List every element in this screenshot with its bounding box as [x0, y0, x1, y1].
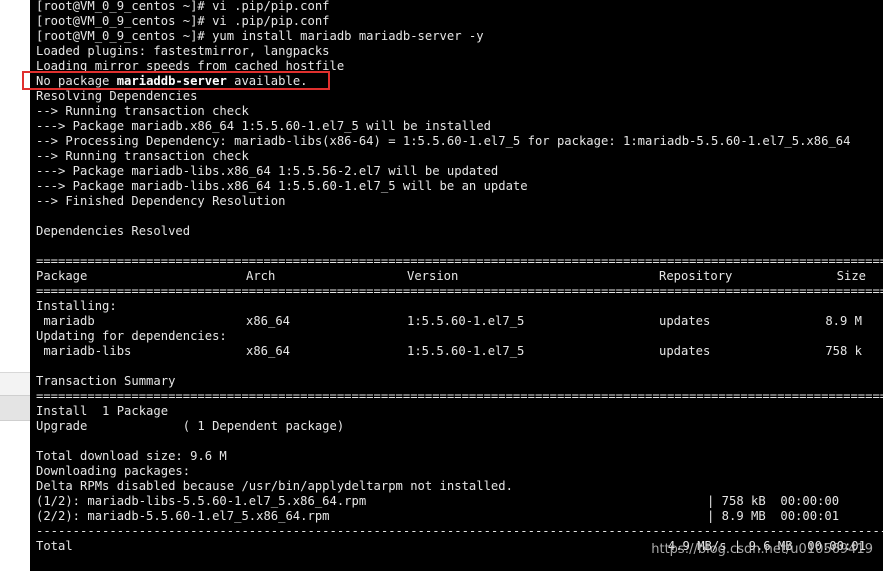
download-name: (2/2): mariadb-5.5.60-1.el7_5.x86_64.rpm	[36, 509, 330, 523]
terminal-line: Installing:	[36, 299, 117, 313]
table-row: mariadb-libs x86_64 1:5.5.60-1.el7_5 upd…	[36, 344, 866, 359]
row-package: mariadb	[36, 314, 95, 328]
terminal-line: Install 1 Package	[36, 404, 169, 418]
row-package: mariadb-libs	[36, 344, 132, 358]
terminal-line: Updating for dependencies:	[36, 329, 227, 343]
terminal-line: [root@VM_0_9_centos ~]# vi .pip/pip.conf	[36, 14, 330, 28]
highlight-annotation-box	[22, 71, 330, 90]
row-size: 8.9 M	[825, 314, 862, 328]
download-progress: | 758 kB 00:00:00	[707, 494, 840, 508]
terminal-line: Resolving Dependencies	[36, 89, 198, 103]
row-repository: updates	[659, 344, 711, 358]
terminal-line: ---> Package mariadb-libs.x86_64 1:5.5.6…	[36, 179, 528, 193]
total-label: Total	[36, 539, 73, 553]
terminal-line: Loaded plugins: fastestmirror, langpacks	[36, 44, 330, 58]
header-arch: Arch	[246, 269, 276, 283]
background-window-row	[0, 372, 30, 395]
terminal-line: --> Processing Dependency: mariadb-libs(…	[36, 134, 851, 148]
terminal-line: Downloading packages:	[36, 464, 191, 478]
terminal-line: Transaction Summary	[36, 374, 176, 388]
watermark-text: https://blog.csdn.net/u010569419	[651, 542, 873, 557]
terminal-line: ---> Package mariadb-libs.x86_64 1:5.5.5…	[36, 164, 499, 178]
separator-line: ----------------------------------------…	[36, 524, 883, 538]
separator-line: ========================================…	[36, 254, 883, 268]
download-row: (2/2): mariadb-5.5.60-1.el7_5.x86_64.rpm…	[36, 509, 866, 524]
header-version: Version	[407, 269, 459, 283]
terminal-line: Delta RPMs disabled because /usr/bin/app…	[36, 479, 513, 493]
row-version: 1:5.5.60-1.el7_5	[407, 314, 525, 328]
background-window-row-selected	[0, 395, 30, 421]
row-repository: updates	[659, 314, 711, 328]
terminal-line: Dependencies Resolved	[36, 224, 191, 238]
terminal-line: --> Running transaction check	[36, 104, 249, 118]
table-header: Package Arch Version Repository Size	[36, 269, 866, 284]
separator-line: ========================================…	[36, 284, 883, 298]
terminal-line: Upgrade ( 1 Dependent package)	[36, 419, 345, 433]
separator-line: ========================================…	[36, 389, 883, 403]
header-size: Size	[836, 269, 866, 283]
row-size: 758 k	[825, 344, 862, 358]
header-repository: Repository	[659, 269, 733, 283]
terminal-line: Total download size: 9.6 M	[36, 449, 227, 463]
row-version: 1:5.5.60-1.el7_5	[407, 344, 525, 358]
terminal-line: [root@VM_0_9_centos ~]# vi .pip/pip.conf	[36, 0, 330, 13]
download-name: (1/2): mariadb-libs-5.5.60-1.el7_5.x86_6…	[36, 494, 367, 508]
download-progress: | 8.9 MB 00:00:01	[707, 509, 840, 523]
terminal-line: [root@VM_0_9_centos ~]# yum install mari…	[36, 29, 484, 43]
terminal-line: ---> Package mariadb.x86_64 1:5.5.60-1.e…	[36, 119, 491, 133]
terminal-line: --> Running transaction check	[36, 149, 249, 163]
table-row: mariadb x86_64 1:5.5.60-1.el7_5 updates …	[36, 314, 866, 329]
download-row: (1/2): mariadb-libs-5.5.60-1.el7_5.x86_6…	[36, 494, 866, 509]
header-package: Package	[36, 269, 88, 283]
row-arch: x86_64	[246, 344, 291, 358]
row-arch: x86_64	[246, 314, 291, 328]
terminal-line: --> Finished Dependency Resolution	[36, 194, 286, 208]
